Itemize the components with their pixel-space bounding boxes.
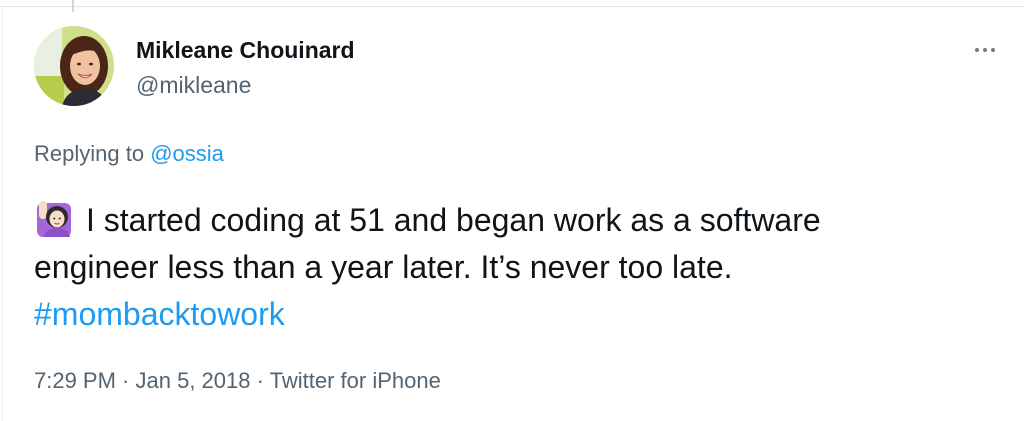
tweet-card: Mikleane Chouinard @mikleane Replying to… — [0, 0, 1024, 421]
replying-to: Replying to @ossia — [34, 141, 224, 167]
meta-separator: · — [250, 368, 270, 393]
frame-left-border — [2, 7, 3, 421]
reply-mention-link[interactable]: @ossia — [150, 141, 224, 166]
tweet-line-2: engineer less than a year later. It’s ne… — [34, 244, 994, 291]
frame-top-border — [0, 0, 1024, 7]
ellipsis-icon — [991, 48, 995, 52]
tweet-text: I started coding at 51 and began work as… — [34, 197, 994, 338]
author-handle[interactable]: @mikleane — [136, 72, 251, 99]
tweet-text-line-1: I started coding at 51 and began work as… — [86, 202, 821, 238]
tweet-time[interactable]: 7:29 PM — [34, 368, 116, 393]
tweet-text-line-2: engineer less than a year later. It’s ne… — [34, 249, 733, 285]
tweet-line-3: #mombacktowork — [34, 291, 994, 338]
replying-to-label: Replying to — [34, 141, 151, 166]
hashtag-link[interactable]: #mombacktowork — [34, 296, 285, 332]
raising-hand-woman-emoji-icon — [37, 201, 71, 237]
ellipsis-icon — [983, 48, 987, 52]
tweet-date[interactable]: Jan 5, 2018 — [136, 368, 251, 393]
meta-separator: · — [115, 368, 136, 393]
tweet-metadata: 7:29 PM · Jan 5, 2018 · Twitter for iPho… — [34, 368, 441, 394]
tweet-source[interactable]: Twitter for iPhone — [270, 368, 441, 393]
author-display-name[interactable]: Mikleane Chouinard — [136, 37, 355, 64]
tweet-line-1: I started coding at 51 and began work as… — [34, 197, 994, 244]
ellipsis-icon — [975, 48, 979, 52]
profile-photo-icon — [34, 26, 114, 106]
frame-tick — [72, 0, 74, 12]
avatar[interactable] — [34, 26, 114, 106]
more-options-button[interactable] — [966, 40, 1004, 60]
